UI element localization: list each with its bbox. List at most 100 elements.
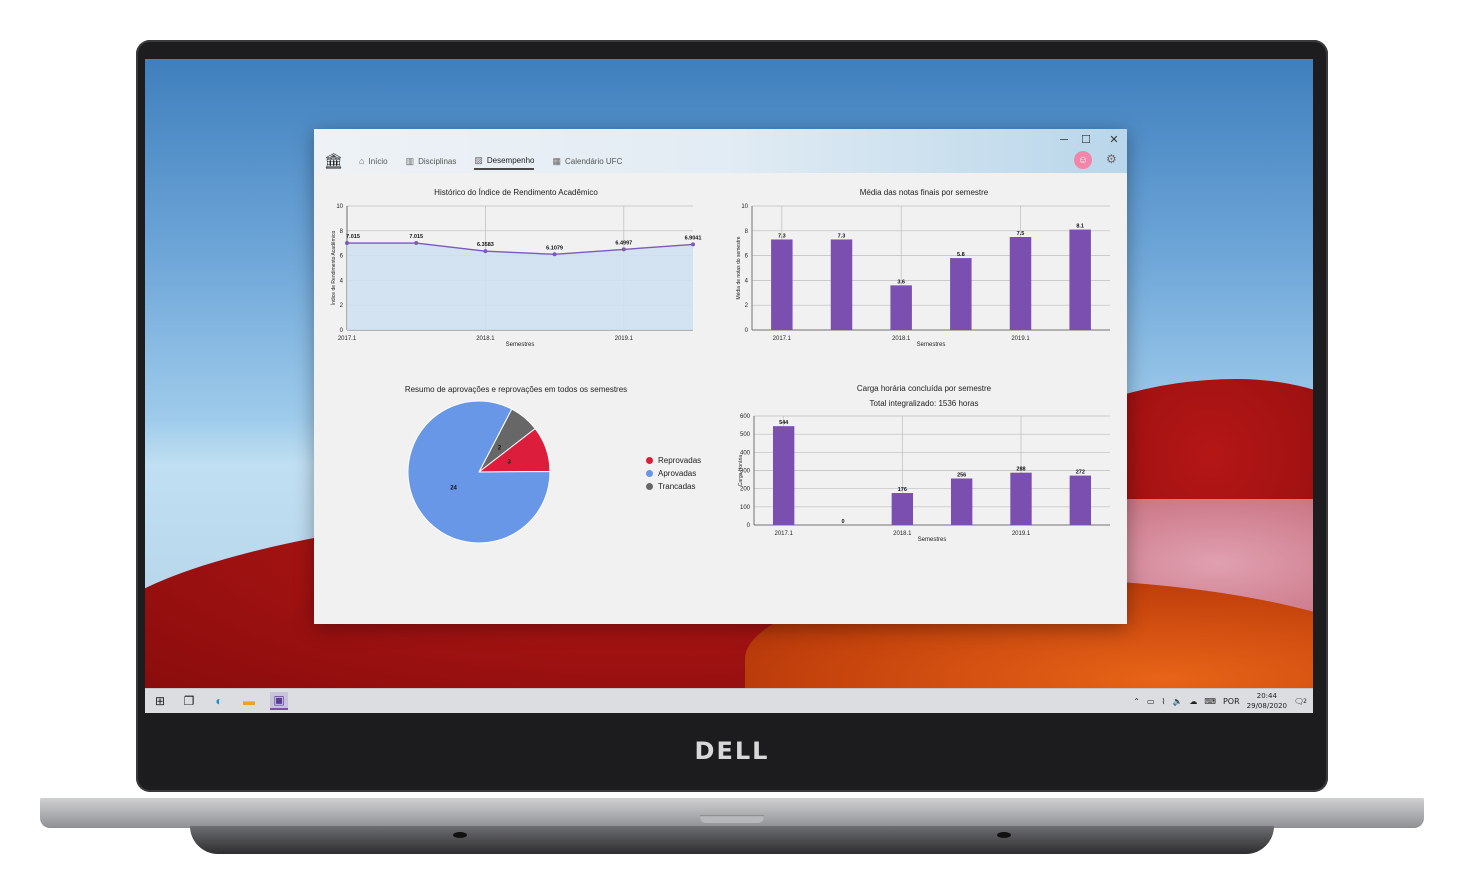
laptop-base-lip	[190, 826, 1274, 854]
x-tick-label: 2019.1	[615, 336, 634, 342]
y-tick-label: 0	[745, 328, 749, 334]
x-tick-label: 2017.1	[774, 531, 793, 537]
edge-icon[interactable]: ◐	[210, 692, 228, 710]
grade-average-chart: 0 2 4 6 8 10 2017.1 2018.1 2019.1 Semestres Média …	[736, 204, 1110, 348]
data-label: 6.9041	[685, 235, 702, 241]
task-view-icon[interactable]: ❐	[180, 692, 198, 710]
nav-bar: 🏛 ⌂ Início ▥ Disciplinas ▨ Desempenho ▦ …	[324, 151, 640, 171]
tab-inicio[interactable]: ⌂ Início	[359, 154, 388, 168]
network-icon[interactable]: ⌇	[1162, 697, 1166, 706]
data-label: 288	[1016, 467, 1025, 473]
data-label: 3.6	[897, 279, 905, 285]
workload-chart: 01002003004005006002017.1 2018.1 2019.1Sem…	[738, 414, 1110, 543]
data-point	[552, 252, 557, 257]
bar	[1069, 229, 1091, 330]
legend-label: Aprovadas	[658, 469, 697, 478]
notification-count: 2	[1303, 697, 1307, 705]
x-axis-title: Semestres	[917, 342, 946, 348]
file-explorer-icon[interactable]: ▬	[240, 692, 258, 710]
y-tick-label: 6	[340, 254, 344, 260]
volume-icon[interactable]: 🔈	[1172, 697, 1182, 706]
chart-icon: ▨	[474, 154, 483, 165]
y-tick-label: 4	[340, 278, 344, 284]
tab-calendario[interactable]: ▦ Calendário UFC	[552, 154, 622, 169]
battery-icon[interactable]: ▭	[1147, 697, 1155, 706]
clock-time: 20:44	[1256, 692, 1277, 700]
data-label: 7.3	[778, 233, 786, 239]
laptop-base	[40, 798, 1424, 828]
legend-item: Aprovadas	[646, 467, 701, 480]
legend-swatch	[646, 457, 653, 464]
x-tick-label: 2018.1	[476, 336, 495, 342]
y-tick-label: 8	[745, 229, 749, 235]
ira-history-chart: 0 2 4 6 8 10 2017.1 2018.1 2019.1 Semestres Índice…	[330, 204, 702, 348]
gear-icon[interactable]: ⚙	[1106, 152, 1117, 166]
chart-title: Resumo de aprovações e reprovações em to…	[404, 385, 628, 394]
bar	[891, 493, 914, 525]
legend-label: Reprovadas	[658, 456, 702, 465]
clock[interactable]: 20:44 29/08/2020	[1247, 691, 1287, 711]
y-axis-title: Índice de Rendimento Acadêmico	[330, 231, 337, 306]
data-label: 8.1	[1076, 224, 1084, 230]
app-window: ─ ☐ ✕ 🏛 ⌂ Início ▥ Disciplinas ▨ Desempe…	[314, 129, 1127, 624]
tab-desempenho[interactable]: ▨ Desempenho	[474, 153, 535, 170]
user-avatar-icon[interactable]: ☺	[1074, 151, 1092, 169]
tab-disciplinas[interactable]: ▥ Disciplinas	[406, 154, 457, 169]
y-tick-label: 2	[340, 303, 344, 309]
data-label: 6.3583	[477, 242, 494, 248]
legend-label: Trancadas	[658, 482, 696, 491]
windows-start-icon[interactable]: ⊞	[151, 692, 169, 710]
data-label: 6.4997	[615, 240, 632, 246]
y-axis-title: Carga Horária	[738, 455, 744, 487]
legend-item: Trancadas	[646, 480, 701, 493]
area-fill	[347, 243, 693, 330]
keyboard-icon[interactable]: ⌨	[1204, 697, 1216, 706]
bar	[772, 426, 795, 525]
data-point	[414, 241, 419, 246]
y-tick-label: 2	[745, 303, 749, 309]
onedrive-icon[interactable]: ☁	[1189, 697, 1197, 706]
y-tick-label: 4	[745, 278, 749, 284]
minimize-button[interactable]: ─	[1057, 133, 1071, 147]
data-label: 6.1079	[546, 245, 563, 251]
maximize-button[interactable]: ☐	[1079, 133, 1093, 147]
x-tick-label: 2019.1	[1011, 336, 1030, 342]
y-tick-label: 500	[740, 432, 751, 438]
tab-label: Desempenho	[486, 155, 535, 165]
close-button[interactable]: ✕	[1107, 133, 1121, 147]
data-label: 256	[957, 472, 966, 478]
chart-title: Carga horária concluída por semestre	[856, 384, 992, 393]
laptop-notch	[700, 815, 764, 823]
chevron-up-icon[interactable]: ⌃	[1133, 697, 1140, 706]
y-tick-label: 10	[336, 204, 343, 210]
data-point	[691, 242, 695, 247]
data-point	[621, 247, 626, 252]
books-icon: ▥	[405, 155, 415, 166]
x-tick-label: 2018.1	[893, 531, 912, 537]
approval-pie-chart: 2324	[407, 400, 551, 544]
home-icon: ⌂	[359, 156, 365, 166]
chart-title: Histórico do Índice de Rendimento Acadêm…	[434, 188, 598, 197]
y-axis-title: Média de notas do semestre	[736, 236, 742, 299]
tab-label: Início	[368, 156, 388, 166]
tab-label: Calendário UFC	[564, 156, 623, 166]
x-tick-label: 2017.1	[773, 336, 792, 342]
x-tick-label: 2018.1	[892, 336, 911, 342]
laptop-bezel: DELL	[143, 713, 1321, 785]
legend-item: Reprovadas	[646, 454, 701, 467]
data-point	[483, 249, 488, 254]
y-tick-label: 100	[740, 505, 751, 511]
bar	[950, 478, 973, 525]
x-tick-label: 2017.1	[338, 336, 357, 342]
system-tray: ⌃ ▭ ⌇ 🔈 ☁ ⌨ POR 20:44 29/08/2020 🗨 2	[1133, 689, 1307, 713]
laptop-foot	[453, 832, 467, 838]
y-tick-label: 6	[745, 254, 749, 260]
bar	[1010, 472, 1032, 525]
app-icon[interactable]: ▣	[270, 692, 288, 710]
chart-title: Média das notas finais por semestre	[859, 188, 989, 197]
university-icon[interactable]: 🏛	[324, 152, 343, 170]
data-label: 7.015	[409, 234, 423, 240]
language-indicator[interactable]: POR	[1223, 697, 1240, 706]
data-label: 272	[1076, 470, 1085, 476]
y-tick-label: 200	[740, 487, 751, 493]
